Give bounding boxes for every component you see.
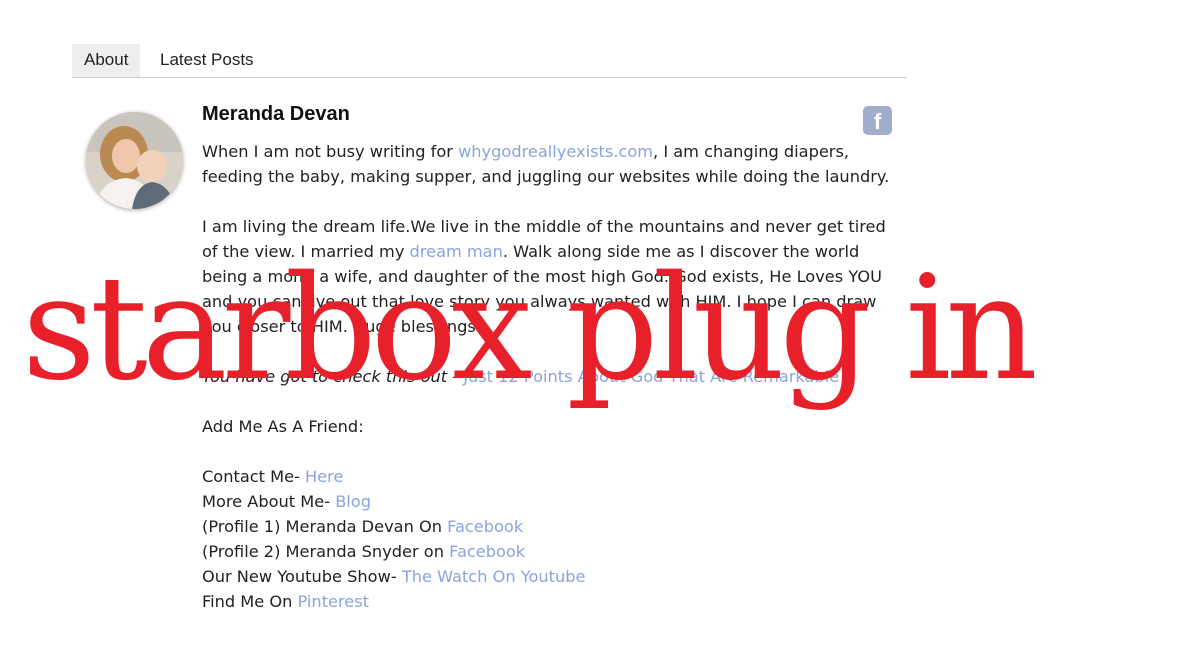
pinterest-line: Find Me On Pinterest (202, 592, 370, 611)
pinterest-link[interactable]: Pinterest (298, 592, 370, 611)
tab-latest-posts[interactable]: Latest Posts (148, 44, 266, 77)
facebook-profile-2-link[interactable]: Facebook (449, 542, 525, 561)
friend-heading: Add Me As A Friend: (202, 417, 364, 436)
contact-link[interactable]: Here (305, 467, 343, 486)
contact-line: Contact Me- Here (202, 467, 344, 486)
bio-italic-text: You have got to check this out - (202, 367, 464, 386)
youtube-line: Our New Youtube Show- The Watch On Youtu… (202, 567, 586, 586)
facebook-profile-1-link[interactable]: Facebook (447, 517, 523, 536)
author-bio: When I am not busy writing for whygodrea… (202, 139, 892, 614)
bio-paragraph-2: I am living the dream life.We live in th… (202, 214, 892, 339)
bio-text: When I am not busy writing for (202, 142, 459, 161)
bio-paragraph-1: When I am not busy writing for whygodrea… (202, 139, 892, 189)
avatar-photo (86, 112, 183, 209)
youtube-link[interactable]: The Watch On Youtube (402, 567, 586, 586)
article-link[interactable]: Just 12 Points About God That Are Remark… (463, 367, 839, 386)
profile-1-line: (Profile 1) Meranda Devan On Facebook (202, 517, 524, 536)
website-link[interactable]: whygodreallyexists.com (458, 142, 653, 161)
blog-link[interactable]: Blog (335, 492, 371, 511)
avatar (86, 112, 183, 209)
author-box-tabs: About Latest Posts (72, 44, 907, 78)
facebook-icon[interactable]: f (863, 106, 892, 135)
profile-2-line: (Profile 2) Meranda Snyder on Facebook (202, 542, 526, 561)
bio-paragraph-3: You have got to check this out - Just 12… (202, 364, 892, 389)
about-line: More About Me- Blog (202, 492, 371, 511)
dream-man-link[interactable]: dream man (410, 242, 503, 261)
author-name: Meranda Devan (202, 103, 350, 125)
tab-about[interactable]: About (72, 44, 141, 77)
